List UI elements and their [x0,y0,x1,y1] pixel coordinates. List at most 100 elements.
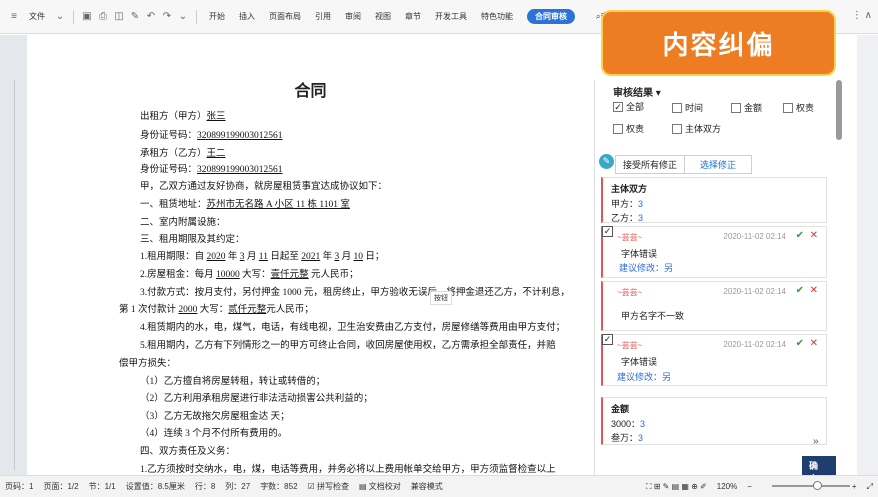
tab-page-layout[interactable]: 页面布局 [269,11,301,22]
status-page: 页码：1 [5,482,34,491]
view-icons[interactable]: ⛶ ⊞ ✎ ▤ ▦ ⊕ ✐ [646,482,707,492]
status-pages: 页面：1/2 [43,482,79,491]
status-bar: 页码：1 页面：1/2 节：1/1 设置值：8.5厘米 行：8 列：27 字数：… [0,475,878,497]
accept-all-button[interactable]: 接受所有修正 [615,155,686,174]
filter-time[interactable]: 时间 [672,101,703,114]
status-row: 行：8 [194,482,216,491]
menu-icon[interactable]: ≡ [8,11,20,23]
reject-icon[interactable]: ✕ [810,230,818,241]
accept-icon[interactable]: ✔ [796,338,804,349]
panel-scrollbar[interactable] [836,80,842,140]
tab-section[interactable]: 章节 [405,11,421,22]
zoom-slider[interactable] [772,485,850,487]
filter-rights[interactable]: 权责 [783,101,814,114]
doc-line: 身份证号码：320899199003012561 [140,131,283,141]
more-icon[interactable]: ⋮ ∧ [852,10,872,21]
proofread-button[interactable]: ▤ 文档校对 [359,481,401,492]
doc-line: 1.租用期限：自 2020 年 3 月 11 日起至 2021 年 3 月 10… [140,252,385,262]
doc-line: （2）乙方利用承租房屋进行非法活动损害公共利益的； [140,394,373,404]
zoom-out-icon[interactable]: − [747,482,752,491]
tab-home[interactable]: 开始 [209,11,225,22]
doc-line: 偿甲方损失： [119,359,177,369]
doc-line: 出租方（甲方）张三 [140,112,226,122]
filter-amount[interactable]: 金额 [731,101,762,114]
fix-button-row: 接受所有修正 选择修正 [615,155,753,174]
zoom-level[interactable]: 120% [717,482,737,491]
card-text: 字体错误 [621,357,658,367]
tab-features[interactable]: 特色功能 [481,11,513,22]
chevron-down-icon[interactable]: ⌄ [54,11,66,23]
doc-line: 5.租用期内，乙方有下列情形之一的甲方可终止合同，收回房屋使用权，乙方需承担全部… [140,341,556,351]
tab-review[interactable]: 审阅 [345,11,361,22]
undo-icon[interactable]: ↶ [145,11,157,23]
review-panel: 审核结果 ▾ ✓ 全部 时间 金额 权责 权责 主体双方 ✎ 接受所有修正 选择修… [594,80,836,488]
spell-icon: ☑ [307,482,315,491]
expand-icon[interactable]: » [813,436,819,447]
fit-icon[interactable]: ⤢ [867,482,873,492]
content-correction-callout: 内容纠偏 [601,10,836,76]
floating-button[interactable]: 按钮 [430,291,452,305]
status-col: 列：27 [225,482,251,491]
tab-insert[interactable]: 插入 [239,11,255,22]
file-menu[interactable]: 文件 [29,11,45,22]
doc-line: 2.房屋租金：每月 10000 大写：壹仟元整 元人民币； [140,270,359,280]
panel-title[interactable]: 审核结果 ▾ [613,84,661,99]
accept-icon[interactable]: ✔ [796,285,804,296]
zoom-in-icon[interactable]: + [852,482,857,491]
review-card-font-error-2[interactable]: ✓ ~芸芸~ 2020-11-02 02:14 ✔ ✕ 字体错误 建议修改：另 [601,334,827,386]
divider [196,9,197,24]
doc-line: 承租方（乙方）王二 [140,149,226,159]
doc-line: （1）乙方擅自将房屋转租，转让或转借的； [140,377,326,387]
card-checkbox[interactable]: ✓ [602,334,613,345]
review-card-amount[interactable]: 金额 3000：3 叁万：3 [601,397,827,445]
filter-all[interactable]: ✓ 全部 [613,100,644,113]
reject-icon[interactable]: ✕ [810,285,818,296]
review-card-name-mismatch[interactable]: ~芸芸~ 2020-11-02 02:14 ✔ ✕ 甲方名字不一致 [601,281,827,331]
review-card-font-error[interactable]: ✓ ~芸芸~ 2020-11-02 02:14 ✔ ✕ 字体错误 建议修改：另 [601,226,827,278]
edit-icon[interactable]: ✎ [599,154,614,169]
doc-line: 3.付款方式：按月支付，另付押金 1000 元，租房终止，甲方验收无误后，将押金… [140,288,570,298]
card-checkbox[interactable]: ✓ [602,226,613,237]
reviewer-tag: ~芸芸~ [617,288,643,297]
divider [73,9,74,24]
card-line: 乙方：3 [611,213,644,223]
doc-line: （3）乙方无故拖欠房屋租金达 天； [140,412,290,422]
doc-line: 三、租用期限及其约定： [140,235,245,245]
card-text: 字体错误 [621,249,658,259]
reviewer-tag: ~芸芸~ [617,341,643,350]
doc-line: 二、室内附属设施： [140,218,226,228]
tab-view[interactable]: 视图 [375,11,391,22]
spell-check-button[interactable]: ☑ 拼写检查 [308,481,349,492]
status-words[interactable]: 字数：852 [260,481,297,492]
filter-parties[interactable]: 主体双方 [672,122,721,135]
review-card-parties[interactable]: 主体双方 甲方：3 乙方：3 [601,177,827,223]
filter-rights-2[interactable]: 权责 [613,122,644,135]
tab-developer[interactable]: 开发工具 [435,11,467,22]
tab-contract-review[interactable]: 合同审核 [527,9,575,24]
vertical-ruler [14,80,15,470]
doc-line: 身份证号码：320899199003012561 [140,165,283,175]
chevron-down-icon: ▾ [655,88,661,99]
doc-line: （4）连续 3 个月不付所有费用的。 [140,429,288,439]
reject-icon[interactable]: ✕ [810,338,818,349]
chevron-down-icon[interactable]: ⌄ [177,11,189,23]
doc-line: 4.租赁期内的水，电，煤气，电话，有线电视，卫生治安费由乙方支付，房屋修缮等费用… [140,323,566,333]
suggestion: 建议修改：另 [619,263,674,273]
doc-line: 四、双方责任及义务： [140,447,236,457]
format-painter-icon[interactable]: ✎ [129,11,141,23]
select-fix-button[interactable]: 选择修正 [685,155,753,174]
accept-icon[interactable]: ✔ [796,230,804,241]
zoom-slider-knob[interactable] [813,481,822,490]
right-scroll-track[interactable] [857,35,878,475]
save-icon[interactable]: ▣ [81,11,93,23]
proof-icon: ▤ [358,482,367,491]
redo-icon[interactable]: ↷ [161,11,173,23]
timestamp: 2020-11-02 02:14 [723,232,786,241]
preview-icon[interactable]: ◫ [113,11,125,23]
page-title: 合同 [294,81,327,100]
document-page[interactable]: 合同 出租方（甲方）张三 身份证号码：320899199003012561 承租… [27,35,594,475]
compat-mode: 兼容模式 [410,482,443,491]
tab-references[interactable]: 引用 [315,11,331,22]
print-icon[interactable]: ⎙ [97,11,109,23]
reviewer-tag: ~芸芸~ [617,233,643,242]
